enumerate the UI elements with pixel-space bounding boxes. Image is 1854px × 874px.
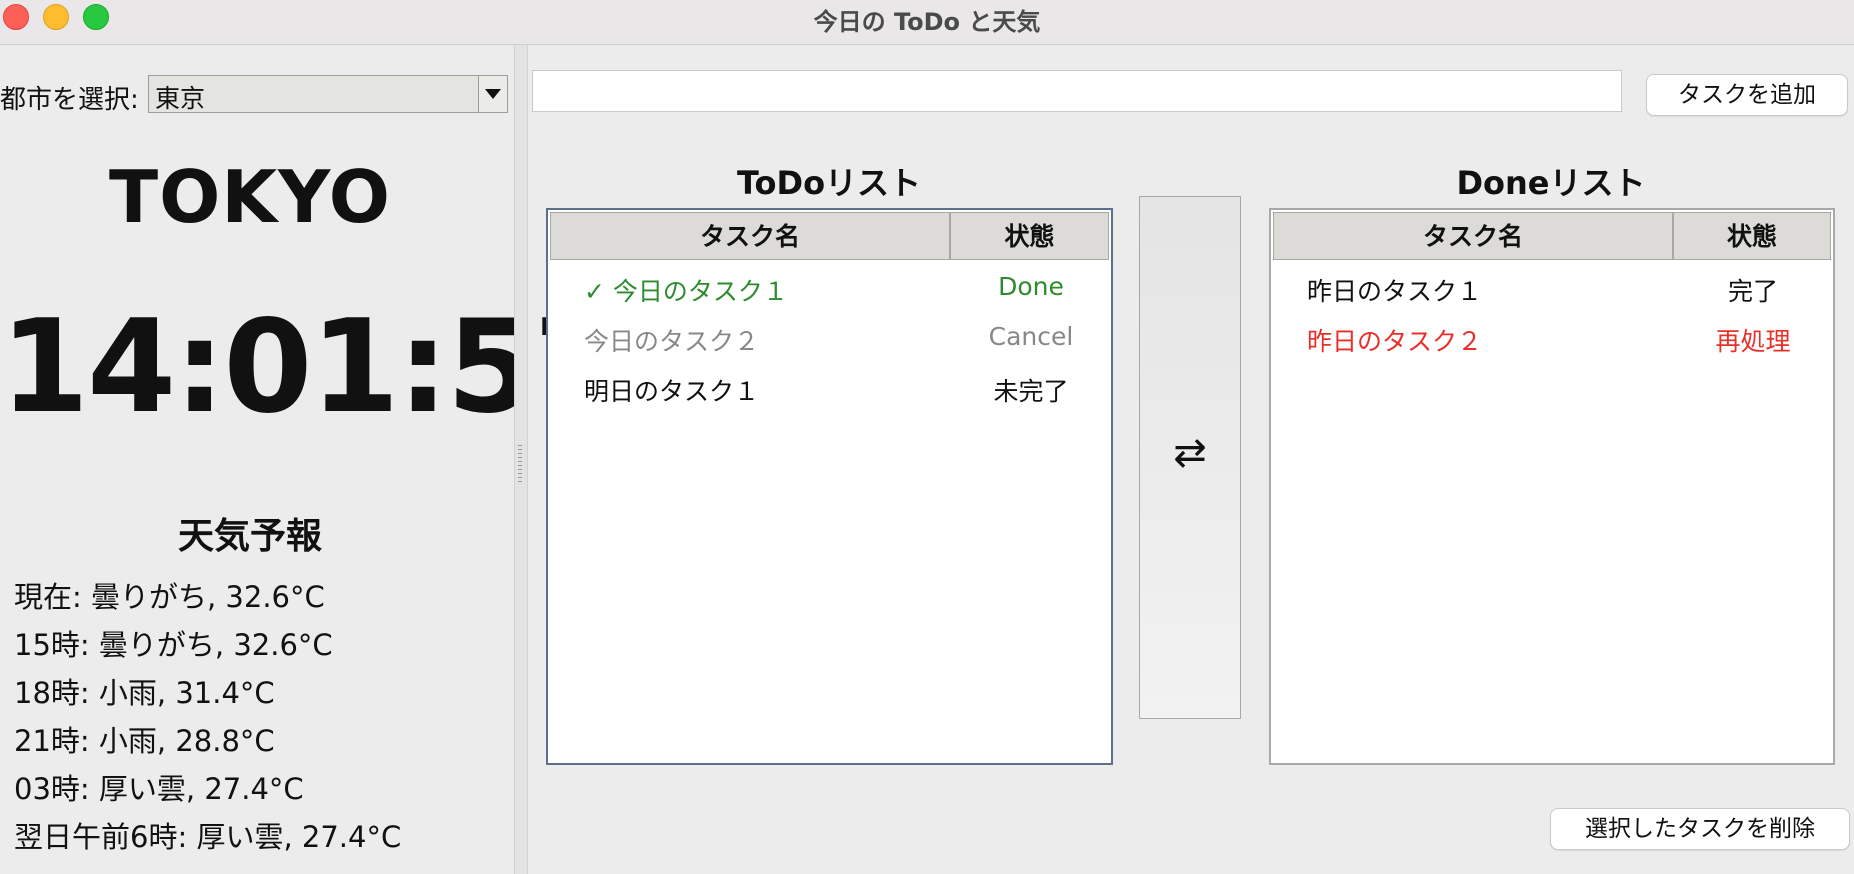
clock-display: 14:01:57 bbox=[0, 293, 623, 442]
done-list-header: タスク名 状態 bbox=[1273, 212, 1831, 260]
forecast-title: 天気予報 bbox=[177, 516, 322, 557]
city-select[interactable]: 東京 bbox=[148, 75, 508, 113]
todo-list[interactable]: タスク名 状態 ✓ 今日のタスク１ Done 今日のタスク２ Cancel 明日… bbox=[546, 208, 1113, 765]
table-row[interactable]: 昨日のタスク１ 完了 bbox=[1271, 262, 1833, 312]
task-status-cell: 完了 bbox=[1727, 277, 1778, 306]
table-row[interactable]: 今日のタスク２ Cancel bbox=[548, 312, 1111, 362]
column-header-status[interactable]: 状態 bbox=[1673, 212, 1831, 260]
delete-selected-task-button[interactable]: 選択したタスクを削除 bbox=[1550, 808, 1850, 850]
splitter-grip-icon[interactable] bbox=[518, 445, 522, 485]
city-select-label: 都市を選択: bbox=[0, 85, 139, 115]
title-bar: 今日の ToDo と天気 bbox=[0, 0, 1854, 45]
panel-splitter[interactable] bbox=[514, 45, 528, 874]
task-status-cell: 未完了 bbox=[993, 377, 1069, 406]
task-status-cell: Cancel bbox=[988, 322, 1074, 351]
chevron-down-icon[interactable] bbox=[478, 76, 507, 112]
task-input[interactable] bbox=[532, 70, 1622, 112]
task-name-cell: 今日のタスク２ bbox=[584, 327, 760, 356]
table-row[interactable]: 昨日のタスク２ 再処理 bbox=[1271, 312, 1833, 362]
swap-arrows-icon: ⇄ bbox=[1173, 430, 1207, 476]
forecast-list: 現在: 曇りがち, 32.6°C 15時: 曇りがち, 32.6°C 18時: … bbox=[14, 573, 401, 861]
forecast-item: 18時: 小雨, 31.4°C bbox=[14, 676, 275, 710]
forecast-item: 翌日午前6時: 厚い雲, 27.4°C bbox=[14, 820, 402, 854]
table-row[interactable]: ✓ 今日のタスク１ Done bbox=[548, 262, 1111, 312]
task-status-cell: 再処理 bbox=[1715, 327, 1791, 356]
add-task-button[interactable]: タスクを追加 bbox=[1646, 74, 1848, 116]
done-list[interactable]: タスク名 状態 昨日のタスク１ 完了 昨日のタスク２ 再処理 bbox=[1269, 208, 1835, 765]
column-header-status[interactable]: 状態 bbox=[950, 212, 1109, 260]
forecast-item: 現在: 曇りがち, 32.6°C bbox=[14, 580, 325, 614]
move-task-button[interactable]: ⇄ bbox=[1139, 196, 1241, 719]
task-name-cell: 昨日のタスク１ bbox=[1307, 277, 1483, 306]
window-title: 今日の ToDo と天気 bbox=[813, 8, 1041, 36]
task-name-cell: 昨日のタスク２ bbox=[1307, 327, 1483, 356]
city-select-value: 東京 bbox=[155, 84, 206, 113]
todo-list-header: タスク名 状態 bbox=[550, 212, 1109, 260]
column-header-task-name[interactable]: タスク名 bbox=[1273, 212, 1673, 260]
forecast-item: 21時: 小雨, 28.8°C bbox=[14, 724, 275, 758]
forecast-item: 15時: 曇りがち, 32.6°C bbox=[14, 628, 333, 662]
forecast-item: 03時: 厚い雲, 27.4°C bbox=[14, 772, 304, 806]
city-name: TOKYO bbox=[109, 155, 391, 239]
left-panel: 都市を選択: 東京 TOKYO 14:01:57 天気予報 現在: 曇りがち, … bbox=[0, 45, 623, 874]
task-status-cell: Done bbox=[998, 272, 1064, 301]
todo-list-title: ToDoリスト bbox=[736, 164, 922, 202]
done-list-title: Doneリスト bbox=[1456, 164, 1646, 202]
task-name-cell: ✓ 今日のタスク１ bbox=[584, 277, 788, 306]
column-header-task-name[interactable]: タスク名 bbox=[550, 212, 950, 260]
task-name-cell: 明日のタスク１ bbox=[584, 377, 760, 406]
table-row[interactable]: 明日のタスク１ 未完了 bbox=[548, 362, 1111, 412]
